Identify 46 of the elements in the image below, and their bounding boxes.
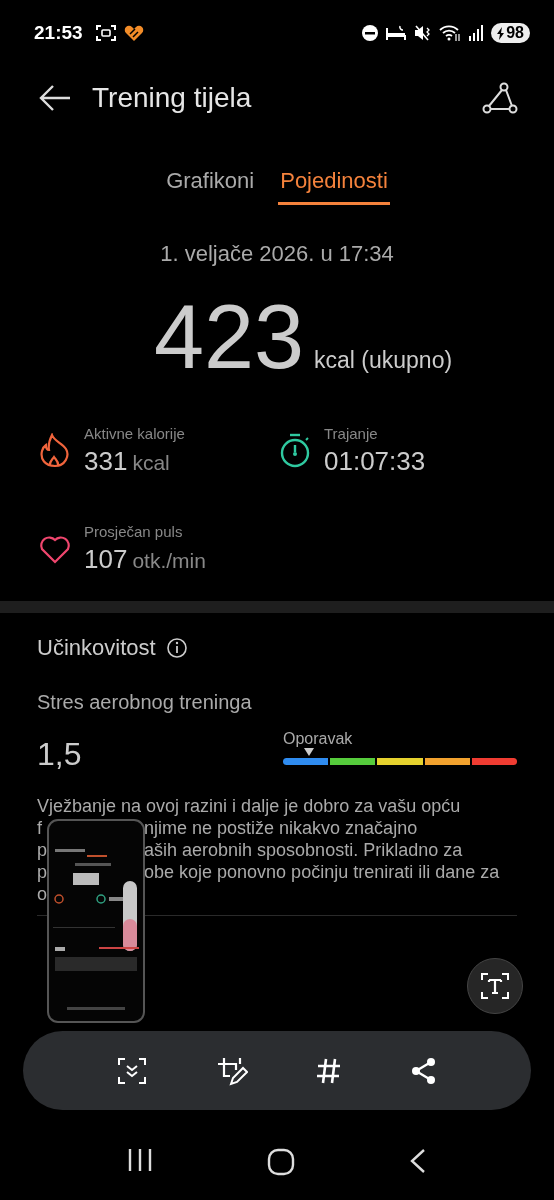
metric-label: Trajanje	[324, 425, 379, 442]
home-button[interactable]	[267, 1148, 295, 1176]
battery-indicator: 98	[491, 23, 530, 43]
share-button[interactable]	[410, 1056, 437, 1085]
share-route-button[interactable]	[482, 82, 518, 114]
crop-edit-button[interactable]	[215, 1055, 248, 1086]
paragraph-text: o	[37, 883, 47, 905]
signal-icon	[467, 24, 486, 42]
metric-unit: kcal	[132, 451, 170, 475]
screenshot-icon	[94, 24, 117, 42]
paragraph-text: obe koje ponovno počinju trenirati ili dane za	[144, 861, 500, 883]
paragraph-text: f	[37, 817, 42, 839]
metric-label: Aktivne kalorije	[84, 425, 185, 442]
metric-value: 01:07:33	[324, 446, 426, 477]
tab[interactable]: Pojedinosti	[278, 168, 390, 205]
paragraph-text: p	[37, 861, 47, 883]
workout-date: 1. veljače 2026. u 17:34	[159, 241, 395, 267]
hashtag-button[interactable]	[316, 1056, 343, 1085]
metric-value: 107	[84, 544, 128, 575]
info-icon[interactable]	[165, 637, 188, 659]
scale-label: Oporavak	[283, 730, 353, 747]
heart-app-icon	[122, 24, 145, 42]
scroll-capture-button[interactable]	[117, 1056, 148, 1085]
status-time: 21:53	[34, 22, 83, 44]
section-title: Učinkovitost	[37, 635, 156, 661]
metric-name: Stres aerobnog treninga	[37, 691, 253, 714]
wifi-icon	[439, 24, 462, 42]
back-button[interactable]	[38, 84, 72, 112]
paragraph-text: aših aerobnih sposobnosti. Prikladno za	[144, 839, 463, 861]
score-value: 1,5	[37, 736, 82, 773]
scale-marker	[304, 748, 314, 756]
metric-unit: otk./min	[132, 549, 206, 573]
bed-icon	[385, 24, 408, 42]
paragraph-text: Vježbanje na ovoj razini i dalje je dobro za vašu opću	[37, 795, 461, 817]
extract-text-button[interactable]	[467, 958, 523, 1014]
metric-value: 331	[84, 446, 128, 477]
do-not-disturb-icon	[361, 24, 380, 42]
back-nav-button[interactable]	[409, 1148, 427, 1176]
paragraph-text: njime ne postiže nikakvo značajno	[144, 817, 418, 839]
text-scan-icon	[480, 971, 510, 1001]
total-unit: kcal (ukupno)	[314, 347, 453, 374]
page-title: Trening tijela	[92, 82, 252, 114]
metric-label: Prosječan puls	[84, 523, 184, 540]
tab[interactable]: Grafikoni	[164, 168, 257, 205]
paragraph-text: p	[37, 839, 47, 861]
total-calories: 423	[153, 287, 305, 387]
